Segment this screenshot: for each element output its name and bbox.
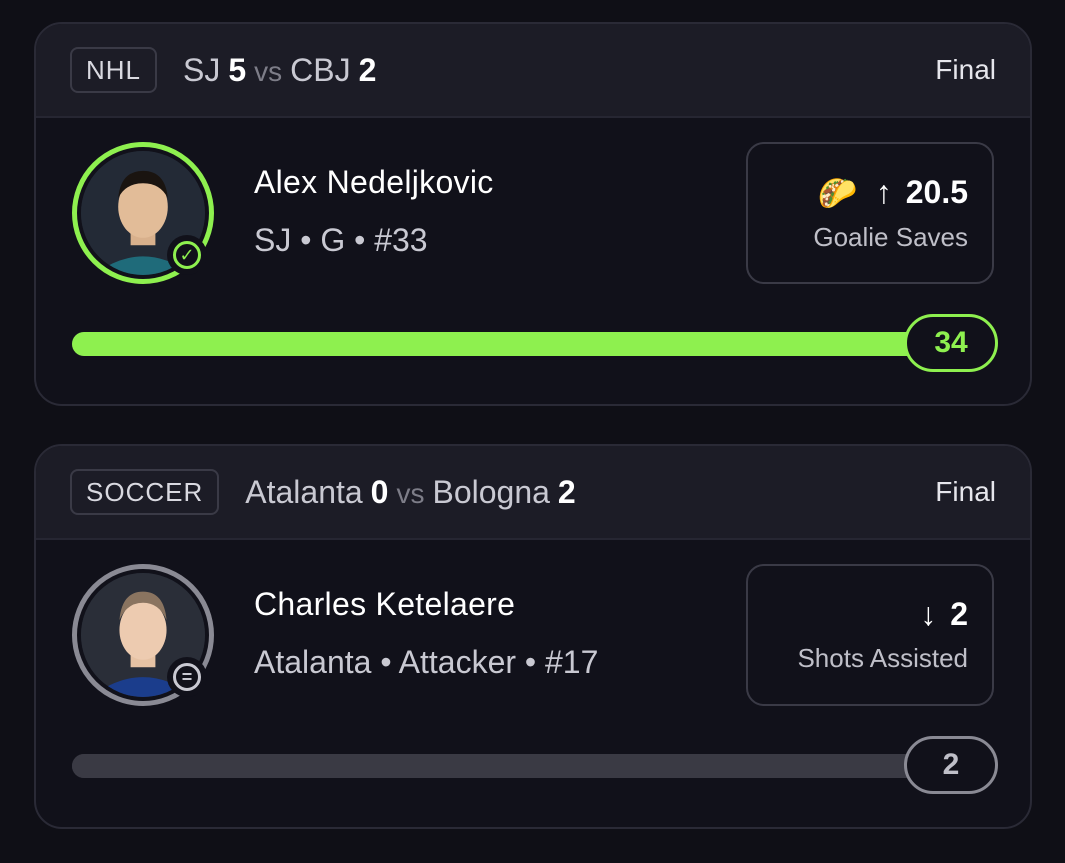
result-value-pill: 2 bbox=[904, 736, 998, 794]
team-home: Atalanta bbox=[245, 473, 363, 510]
pick-box[interactable]: ↓ 2 Shots Assisted bbox=[746, 564, 994, 706]
pick-stat-label: Goalie Saves bbox=[813, 221, 968, 252]
team-away: CBJ bbox=[290, 51, 351, 88]
result-value-pill: 34 bbox=[904, 314, 998, 372]
arrow-up-icon: ↑ bbox=[875, 174, 892, 210]
team-home: SJ bbox=[183, 51, 221, 88]
player-avatar: = bbox=[72, 564, 214, 706]
pick-box[interactable]: 🌮 ↑ 20.5 Goalie Saves bbox=[746, 142, 994, 284]
progress-fill bbox=[72, 754, 952, 778]
card-body: = Charles Ketelaere Atalanta • Attacker … bbox=[36, 540, 1030, 827]
player-meta: SJ • G • #33 bbox=[254, 222, 428, 258]
game-header: NHL SJ 5 vs CBJ 2 Final bbox=[36, 24, 1030, 118]
game-status: Final bbox=[935, 476, 996, 507]
pick-stat-label: Shots Assisted bbox=[797, 643, 968, 673]
player-name: Alex Nedeljkovic bbox=[254, 164, 494, 200]
taco-icon: 🌮 bbox=[817, 174, 858, 211]
game-status: Final bbox=[935, 54, 996, 85]
vs-label: vs bbox=[396, 477, 425, 509]
league-badge: NHL bbox=[70, 47, 158, 93]
score-away: 2 bbox=[358, 51, 377, 88]
equal-icon: = bbox=[167, 657, 207, 697]
matchup: Atalanta 0 vs Bologna 2 bbox=[245, 474, 575, 511]
team-away: Bologna bbox=[432, 473, 550, 510]
matchup: SJ 5 vs CBJ 2 bbox=[183, 52, 376, 89]
progress-track bbox=[72, 754, 952, 778]
pick-line-value: 20.5 bbox=[905, 174, 968, 210]
pick-card[interactable]: SOCCER Atalanta 0 vs Bologna 2 Final = C… bbox=[34, 444, 1032, 829]
player-meta: Atalanta • Attacker • #17 bbox=[254, 644, 599, 680]
score-home: 0 bbox=[370, 473, 389, 510]
pick-card[interactable]: NHL SJ 5 vs CBJ 2 Final ✓ Alex Nedeljkov… bbox=[34, 22, 1032, 406]
pick-line-value: 2 bbox=[950, 596, 968, 632]
card-body: ✓ Alex Nedeljkovic SJ • G • #33 🌮 ↑ 20.5… bbox=[36, 118, 1030, 404]
pick-line-row: 🌮 ↑ 20.5 bbox=[818, 174, 968, 212]
score-away: 2 bbox=[557, 473, 576, 510]
player-avatar: ✓ bbox=[72, 142, 214, 284]
game-header: SOCCER Atalanta 0 vs Bologna 2 Final bbox=[36, 446, 1030, 540]
score-home: 5 bbox=[228, 51, 247, 88]
vs-label: vs bbox=[254, 55, 283, 87]
arrow-down-icon: ↓ bbox=[920, 596, 937, 632]
player-name: Charles Ketelaere bbox=[254, 586, 516, 622]
progress-track bbox=[72, 332, 952, 356]
check-icon: ✓ bbox=[167, 235, 207, 275]
pick-line-row: ↓ 2 bbox=[920, 596, 968, 633]
league-badge: SOCCER bbox=[70, 469, 220, 515]
progress-fill bbox=[72, 332, 952, 356]
